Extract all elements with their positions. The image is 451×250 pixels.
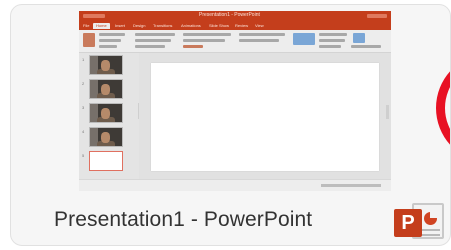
window-controls	[367, 14, 387, 18]
quick-access-toolbar	[83, 14, 105, 18]
tab-design: Design	[133, 23, 146, 28]
tab-file: File	[83, 23, 90, 28]
ribbon-tab-row: File Home Insert Design Transitions Anim…	[79, 22, 391, 30]
tab-view: View	[255, 23, 264, 28]
tab-transitions: Transitions	[153, 23, 173, 28]
current-slide-canvas	[151, 63, 379, 171]
status-bar	[79, 179, 391, 191]
tab-insert: Insert	[115, 23, 126, 28]
slide-thumbnail[interactable]	[89, 79, 123, 99]
editor-scroll-handle	[386, 105, 389, 119]
slide-thumbnail-selected[interactable]	[89, 151, 123, 171]
slide-thumbnails-pane: 1 2 3 4 5	[79, 53, 139, 179]
ribbon-commands	[79, 30, 391, 53]
slide-editor-area	[139, 53, 391, 179]
powerpoint-icon: P	[394, 203, 450, 243]
tab-home: Home	[93, 23, 110, 29]
window-caption: Presentation1 - PowerPoint	[54, 208, 313, 231]
thumbnail-title-bar: Presentation1 - PowerPoint	[79, 11, 391, 22]
thumbnail-title-text: Presentation1 - PowerPoint	[199, 12, 260, 18]
tab-review: Review	[235, 23, 249, 28]
tab-animations: Animations	[181, 23, 201, 28]
slide-thumbnail[interactable]	[89, 55, 123, 75]
tab-slide-show: Slide Show	[209, 23, 230, 28]
powerpoint-icon-letter: P	[394, 209, 422, 237]
window-preview-card[interactable]: Presentation1 - PowerPoint File Home Ins…	[10, 4, 451, 246]
highlight-ring	[436, 53, 450, 163]
zoom-slider	[321, 184, 381, 187]
slide-thumbnail[interactable]	[89, 103, 123, 123]
window-thumbnail[interactable]: Presentation1 - PowerPoint File Home Ins…	[79, 11, 391, 191]
slide-thumbnail[interactable]	[89, 127, 123, 147]
